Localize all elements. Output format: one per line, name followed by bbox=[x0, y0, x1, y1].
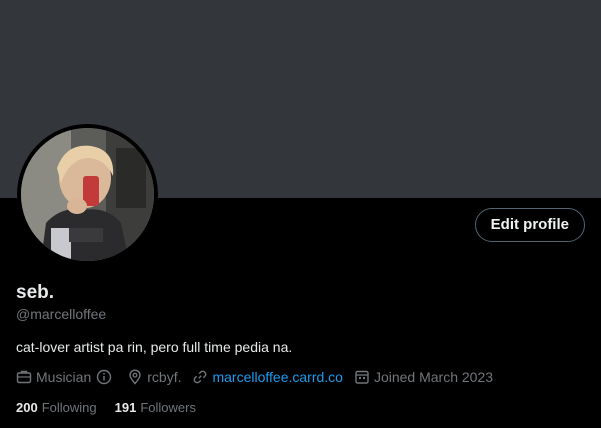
location-pin-icon bbox=[129, 369, 141, 385]
following-label: Following bbox=[41, 399, 97, 415]
info-icon[interactable] bbox=[96, 369, 112, 385]
meta-website[interactable]: marcelloffee.carrd.co bbox=[192, 369, 343, 385]
meta-location: rcbyf. bbox=[127, 369, 181, 385]
avatar-photo-image bbox=[21, 128, 154, 261]
calendar-icon bbox=[355, 370, 369, 384]
location-label: rcbyf. bbox=[147, 369, 182, 385]
meta-joined: Joined March 2023 bbox=[354, 369, 493, 385]
edit-profile-button[interactable]: Edit profile bbox=[474, 208, 585, 242]
user-handle: @marcelloffee bbox=[16, 306, 107, 322]
following-link[interactable]: 200 Following bbox=[16, 400, 97, 415]
followers-count: 191 bbox=[114, 399, 137, 415]
category-label: Musician bbox=[36, 369, 92, 385]
avatar[interactable] bbox=[17, 124, 158, 265]
following-count: 200 bbox=[16, 399, 38, 415]
meta-category: Musician bbox=[16, 369, 116, 385]
briefcase-icon bbox=[16, 370, 32, 384]
profile-page: Edit profile seb. @marcelloffee cat-love… bbox=[0, 0, 601, 428]
link-icon bbox=[194, 370, 207, 384]
display-name: seb. bbox=[16, 282, 55, 303]
joined-date: Joined March 2023 bbox=[373, 369, 494, 385]
avatar-photo bbox=[21, 128, 154, 261]
website-link[interactable]: marcelloffee.carrd.co bbox=[212, 369, 342, 385]
follow-stats: 200 Following 191 Followers bbox=[16, 397, 214, 417]
followers-label: Followers bbox=[140, 399, 196, 415]
profile-bio: cat-lover artist pa rin, pero full time … bbox=[16, 339, 293, 355]
profile-meta: Musician rcbyf. marcelloffee.carrd.co Jo… bbox=[16, 367, 504, 387]
followers-link[interactable]: 191 Followers bbox=[115, 400, 196, 415]
